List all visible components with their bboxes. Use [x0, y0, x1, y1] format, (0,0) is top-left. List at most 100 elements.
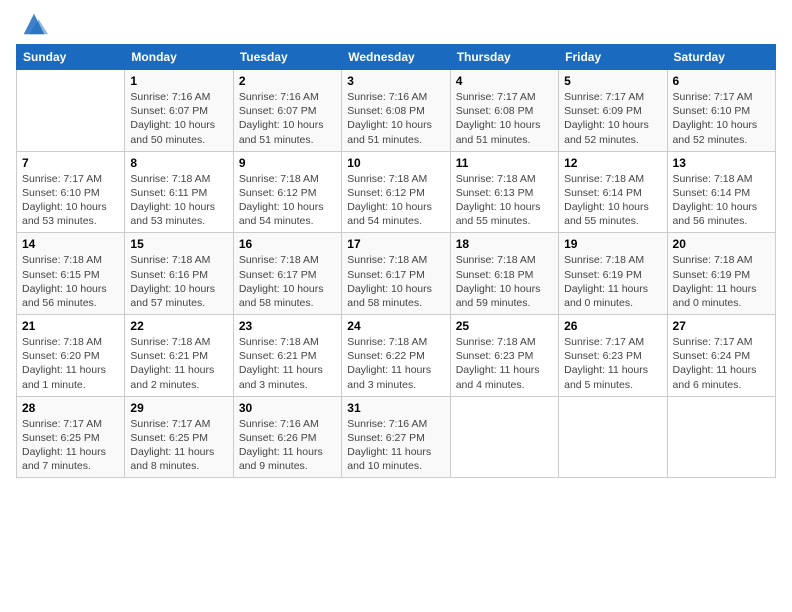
day-info: Sunrise: 7:17 AMSunset: 6:25 PMDaylight:… — [130, 417, 227, 474]
day-number: 28 — [22, 401, 119, 415]
calendar-cell: 21 Sunrise: 7:18 AMSunset: 6:20 PMDayligh… — [17, 315, 125, 397]
day-info: Sunrise: 7:18 AMSunset: 6:22 PMDaylight:… — [347, 335, 444, 392]
day-number: 7 — [22, 156, 119, 170]
weekday-header: Thursday — [450, 45, 558, 70]
day-number: 6 — [673, 74, 770, 88]
day-number: 16 — [239, 237, 336, 251]
day-number: 24 — [347, 319, 444, 333]
day-info: Sunrise: 7:17 AMSunset: 6:08 PMDaylight:… — [456, 90, 553, 147]
day-number: 15 — [130, 237, 227, 251]
day-number: 3 — [347, 74, 444, 88]
day-number: 21 — [22, 319, 119, 333]
calendar-cell: 16 Sunrise: 7:18 AMSunset: 6:17 PMDayligh… — [233, 233, 341, 315]
day-number: 20 — [673, 237, 770, 251]
calendar-header-row: SundayMondayTuesdayWednesdayThursdayFrid… — [17, 45, 776, 70]
day-info: Sunrise: 7:17 AMSunset: 6:24 PMDaylight:… — [673, 335, 770, 392]
calendar-cell: 27Sunrise: 7:17 AMSunset: 6:24 PMDayligh… — [667, 315, 775, 397]
day-number: 30 — [239, 401, 336, 415]
calendar-cell: 20 Sunrise: 7:18 AMSunset: 6:19 PMDayligh… — [667, 233, 775, 315]
calendar-cell: 4 Sunrise: 7:17 AMSunset: 6:08 PMDaylight… — [450, 70, 558, 152]
day-info: Sunrise: 7:18 AMSunset: 6:21 PMDaylight:… — [130, 335, 227, 392]
calendar-cell: 12 Sunrise: 7:18 AMSunset: 6:14 PMDayligh… — [559, 151, 667, 233]
day-number: 19 — [564, 237, 661, 251]
calendar-cell: 24 Sunrise: 7:18 AMSunset: 6:22 PMDayligh… — [342, 315, 450, 397]
day-info: Sunrise: 7:17 AMSunset: 6:25 PMDaylight:… — [22, 417, 119, 474]
calendar-cell: 14Sunrise: 7:18 AMSunset: 6:15 PMDayligh… — [17, 233, 125, 315]
day-info: Sunrise: 7:18 AMSunset: 6:20 PMDaylight:… — [22, 335, 119, 392]
calendar-cell: 18 Sunrise: 7:18 AMSunset: 6:18 PMDayligh… — [450, 233, 558, 315]
weekday-header: Sunday — [17, 45, 125, 70]
calendar-cell: 10 Sunrise: 7:18 AMSunset: 6:12 PMDayligh… — [342, 151, 450, 233]
day-number: 18 — [456, 237, 553, 251]
calendar-table: SundayMondayTuesdayWednesdayThursdayFrid… — [16, 44, 776, 478]
calendar-cell: 29 Sunrise: 7:17 AMSunset: 6:25 PMDayligh… — [125, 396, 233, 478]
calendar-cell: 2Sunrise: 7:16 AMSunset: 6:07 PMDaylight… — [233, 70, 341, 152]
calendar-cell: 1Sunrise: 7:16 AMSunset: 6:07 PMDaylight… — [125, 70, 233, 152]
day-number: 13 — [673, 156, 770, 170]
calendar-cell — [559, 396, 667, 478]
header — [16, 10, 776, 38]
day-number: 4 — [456, 74, 553, 88]
day-info: Sunrise: 7:18 AMSunset: 6:19 PMDaylight:… — [564, 253, 661, 310]
calendar-cell: 9Sunrise: 7:18 AMSunset: 6:12 PMDaylight… — [233, 151, 341, 233]
calendar-cell: 11 Sunrise: 7:18 AMSunset: 6:13 PMDayligh… — [450, 151, 558, 233]
calendar-week-row: 14Sunrise: 7:18 AMSunset: 6:15 PMDayligh… — [17, 233, 776, 315]
day-number: 17 — [347, 237, 444, 251]
day-info: Sunrise: 7:18 AMSunset: 6:17 PMDaylight:… — [347, 253, 444, 310]
logo — [16, 10, 48, 38]
day-info: Sunrise: 7:17 AMSunset: 6:10 PMDaylight:… — [22, 172, 119, 229]
calendar-cell: 13 Sunrise: 7:18 AMSunset: 6:14 PMDayligh… — [667, 151, 775, 233]
logo-icon — [20, 10, 48, 38]
day-number: 8 — [130, 156, 227, 170]
calendar-cell — [17, 70, 125, 152]
day-info: Sunrise: 7:18 AMSunset: 6:14 PMDaylight:… — [673, 172, 770, 229]
day-number: 14 — [22, 237, 119, 251]
calendar-cell: 5 Sunrise: 7:17 AMSunset: 6:09 PMDaylight… — [559, 70, 667, 152]
day-info: Sunrise: 7:16 AMSunset: 6:26 PMDaylight:… — [239, 417, 336, 474]
day-info: Sunrise: 7:18 AMSunset: 6:16 PMDaylight:… — [130, 253, 227, 310]
weekday-header: Monday — [125, 45, 233, 70]
day-info: Sunrise: 7:18 AMSunset: 6:14 PMDaylight:… — [564, 172, 661, 229]
day-number: 12 — [564, 156, 661, 170]
day-number: 22 — [130, 319, 227, 333]
day-info: Sunrise: 7:16 AMSunset: 6:08 PMDaylight:… — [347, 90, 444, 147]
day-info: Sunrise: 7:16 AMSunset: 6:27 PMDaylight:… — [347, 417, 444, 474]
calendar-cell: 8 Sunrise: 7:18 AMSunset: 6:11 PMDaylight… — [125, 151, 233, 233]
calendar-cell: 30 Sunrise: 7:16 AMSunset: 6:26 PMDayligh… — [233, 396, 341, 478]
day-number: 31 — [347, 401, 444, 415]
day-number: 2 — [239, 74, 336, 88]
day-info: Sunrise: 7:18 AMSunset: 6:12 PMDaylight:… — [347, 172, 444, 229]
weekday-header: Friday — [559, 45, 667, 70]
day-number: 26 — [564, 319, 661, 333]
day-info: Sunrise: 7:17 AMSunset: 6:23 PMDaylight:… — [564, 335, 661, 392]
weekday-header: Saturday — [667, 45, 775, 70]
weekday-header: Wednesday — [342, 45, 450, 70]
calendar-cell: 6 Sunrise: 7:17 AMSunset: 6:10 PMDaylight… — [667, 70, 775, 152]
calendar-week-row: 28 Sunrise: 7:17 AMSunset: 6:25 PMDayligh… — [17, 396, 776, 478]
calendar-cell: 15 Sunrise: 7:18 AMSunset: 6:16 PMDayligh… — [125, 233, 233, 315]
day-info: Sunrise: 7:18 AMSunset: 6:17 PMDaylight:… — [239, 253, 336, 310]
day-number: 29 — [130, 401, 227, 415]
day-info: Sunrise: 7:18 AMSunset: 6:13 PMDaylight:… — [456, 172, 553, 229]
calendar-cell: 31 Sunrise: 7:16 AMSunset: 6:27 PMDayligh… — [342, 396, 450, 478]
day-number: 25 — [456, 319, 553, 333]
day-number: 10 — [347, 156, 444, 170]
calendar-week-row: 21 Sunrise: 7:18 AMSunset: 6:20 PMDayligh… — [17, 315, 776, 397]
day-number: 1 — [130, 74, 227, 88]
calendar-cell: 22 Sunrise: 7:18 AMSunset: 6:21 PMDayligh… — [125, 315, 233, 397]
day-number: 5 — [564, 74, 661, 88]
calendar-cell: 3 Sunrise: 7:16 AMSunset: 6:08 PMDaylight… — [342, 70, 450, 152]
calendar-week-row: 7 Sunrise: 7:17 AMSunset: 6:10 PMDaylight… — [17, 151, 776, 233]
calendar-cell — [450, 396, 558, 478]
day-info: Sunrise: 7:17 AMSunset: 6:09 PMDaylight:… — [564, 90, 661, 147]
calendar-cell: 25Sunrise: 7:18 AMSunset: 6:23 PMDayligh… — [450, 315, 558, 397]
day-info: Sunrise: 7:18 AMSunset: 6:18 PMDaylight:… — [456, 253, 553, 310]
day-info: Sunrise: 7:18 AMSunset: 6:12 PMDaylight:… — [239, 172, 336, 229]
day-info: Sunrise: 7:18 AMSunset: 6:19 PMDaylight:… — [673, 253, 770, 310]
day-info: Sunrise: 7:18 AMSunset: 6:11 PMDaylight:… — [130, 172, 227, 229]
calendar-cell: 7 Sunrise: 7:17 AMSunset: 6:10 PMDaylight… — [17, 151, 125, 233]
day-info: Sunrise: 7:17 AMSunset: 6:10 PMDaylight:… — [673, 90, 770, 147]
calendar-cell: 26 Sunrise: 7:17 AMSunset: 6:23 PMDayligh… — [559, 315, 667, 397]
weekday-header: Tuesday — [233, 45, 341, 70]
day-number: 11 — [456, 156, 553, 170]
